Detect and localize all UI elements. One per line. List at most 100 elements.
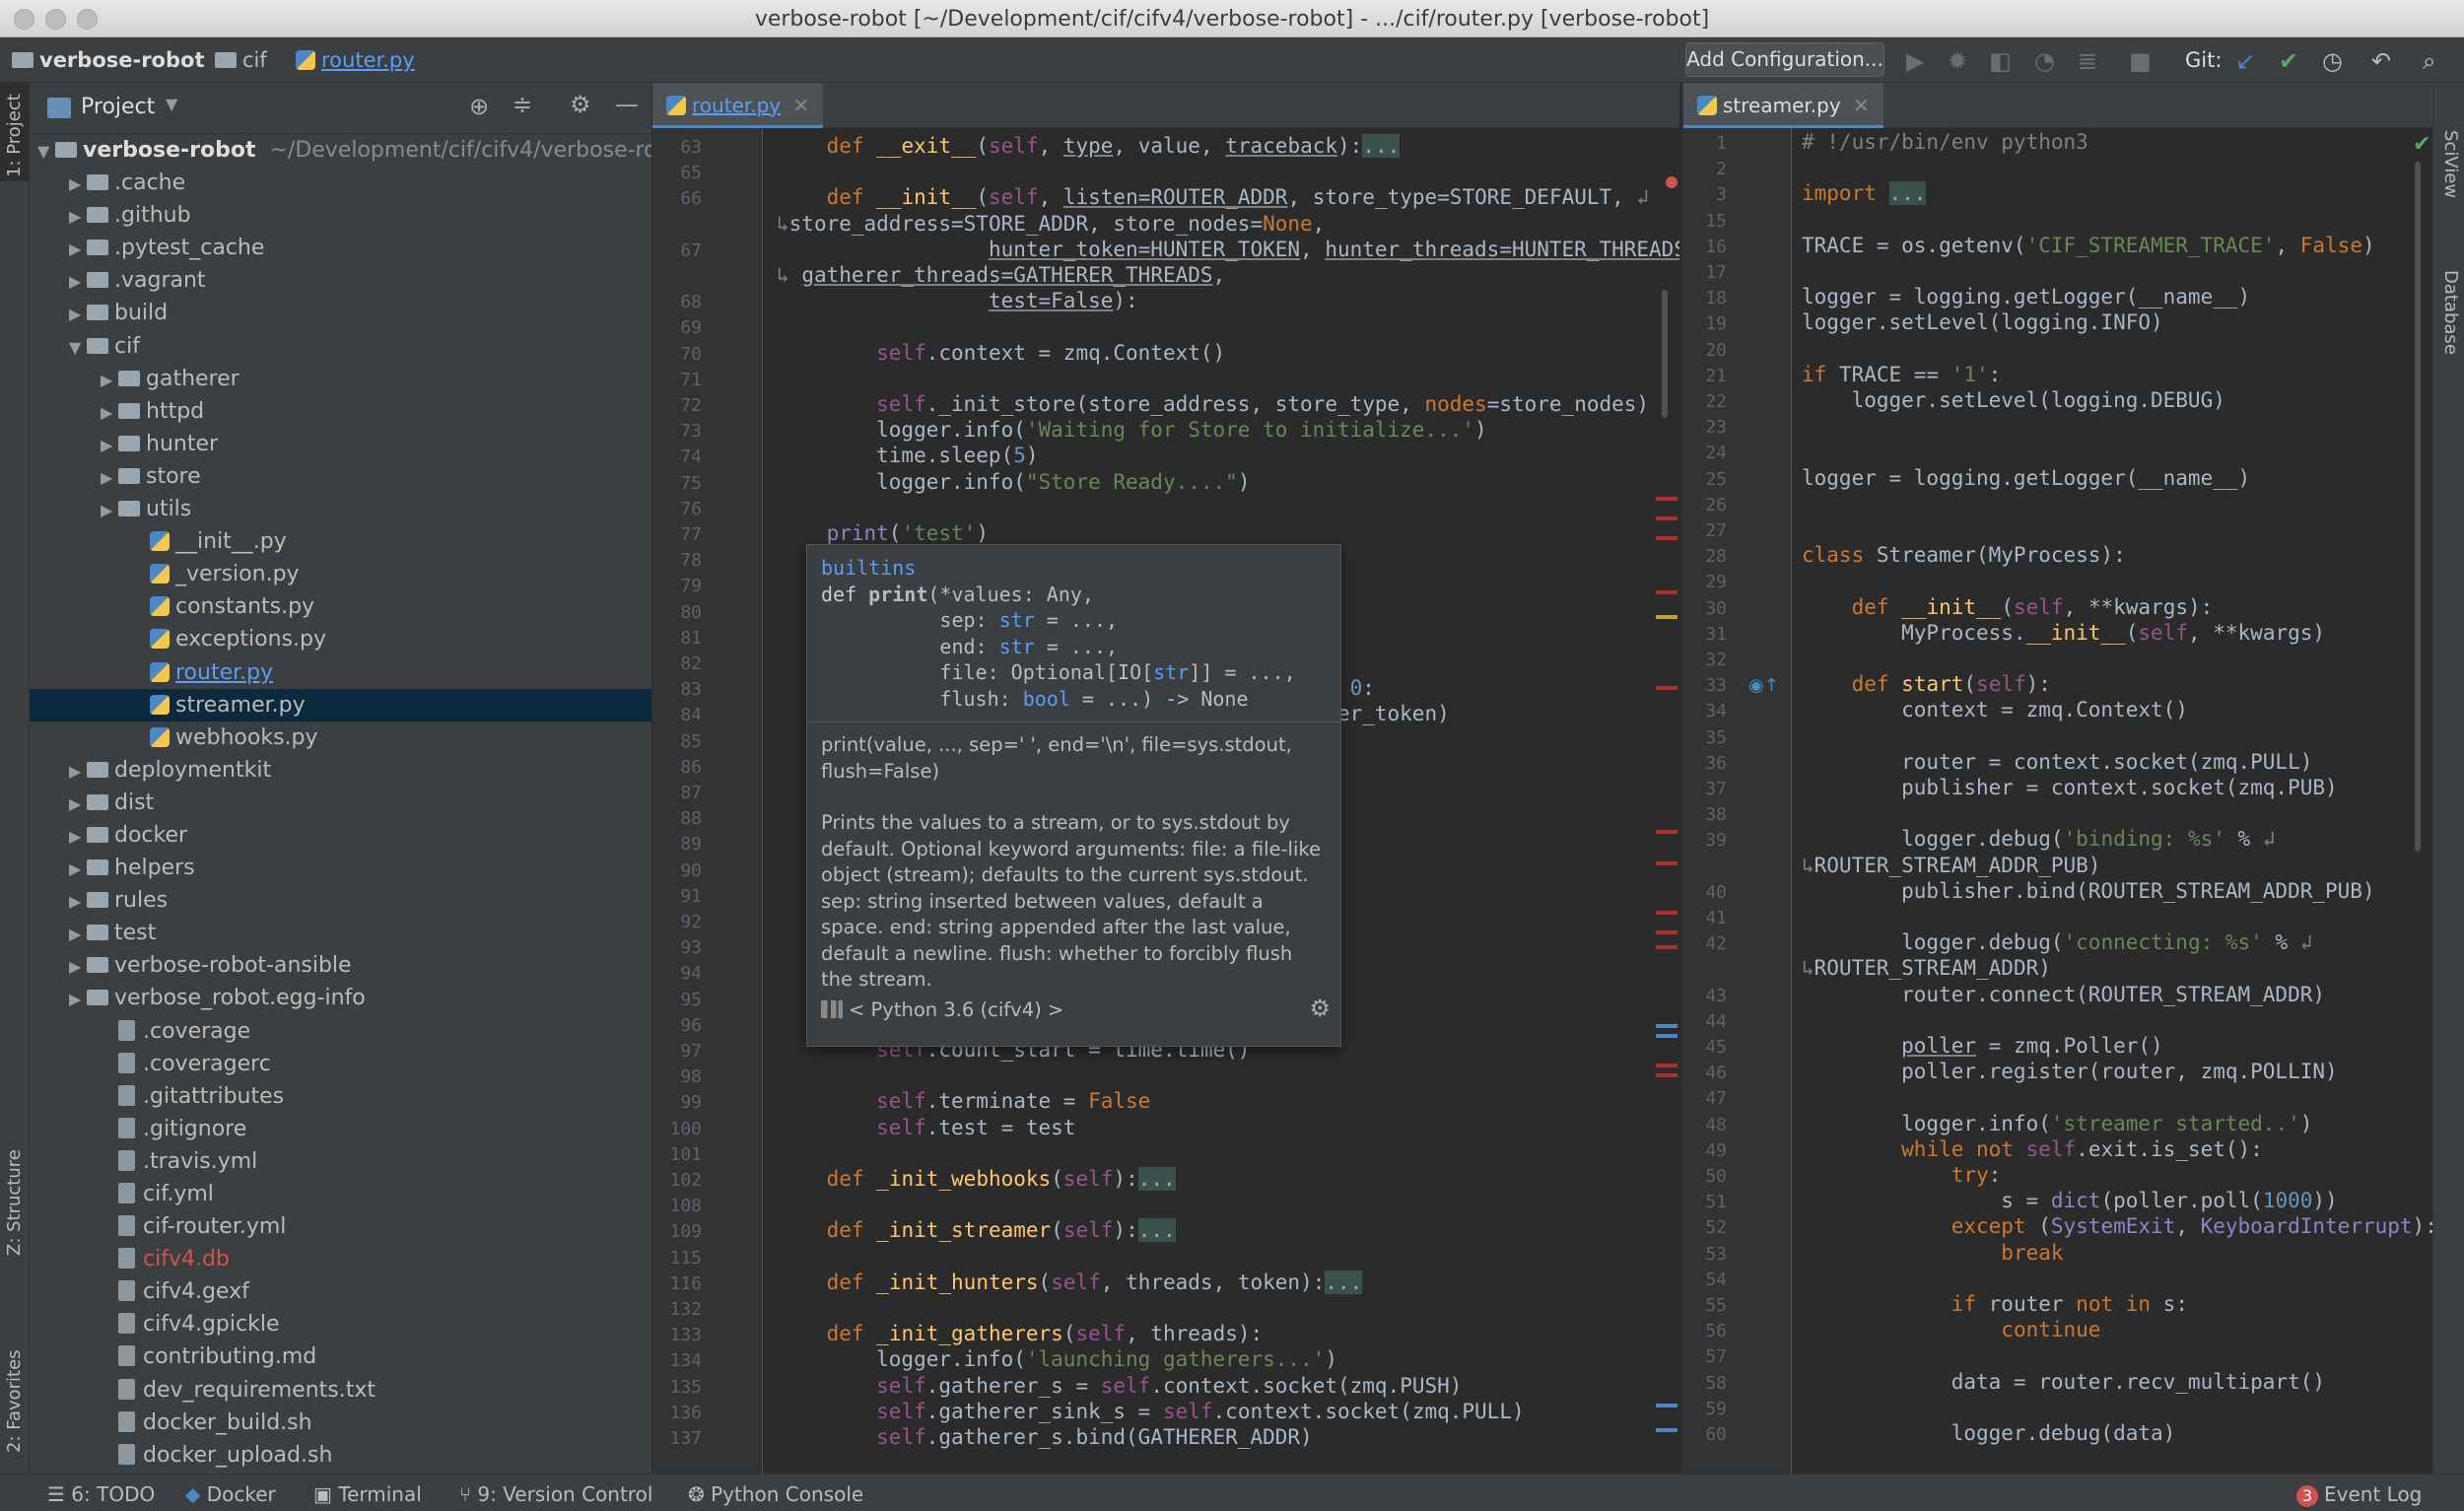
code-line[interactable]: break	[1802, 1241, 2063, 1265]
code-line[interactable]: hunter_token=HUNTER_TOKEN, hunter_thread…	[777, 238, 1679, 261]
tree-item[interactable]: ▶ gatherer	[30, 363, 651, 395]
project-tool-tab[interactable]: 1: Project	[4, 94, 25, 177]
tree-item[interactable]: docker_upload.sh	[30, 1439, 651, 1472]
code-line[interactable]: publisher.bind(ROUTER_STREAM_ADDR_PUB)	[1802, 879, 2374, 903]
code-line[interactable]: while not self.exit.is_set():	[1802, 1137, 2263, 1161]
breadcrumb-router[interactable]: router.py	[296, 48, 415, 72]
tree-item[interactable]: router.py	[30, 656, 651, 689]
inspection-ok-icon[interactable]: ✔	[2413, 132, 2430, 157]
expand-arrow-icon[interactable]: ▼	[37, 135, 55, 168]
tree-item[interactable]: .coverage	[30, 1015, 651, 1048]
code-line[interactable]: logger.debug('connecting: %s' % ↲	[1802, 930, 2312, 954]
tree-item[interactable]: cifv4.gpickle	[30, 1308, 651, 1340]
code-line[interactable]: poller.register(router, zmq.POLLIN)	[1802, 1060, 2338, 1083]
code-line[interactable]: MyProcess.__init__(self, **kwargs)	[1802, 621, 2325, 645]
collapse-all-icon[interactable]: ≑	[513, 91, 532, 118]
code-line[interactable]: continue	[1802, 1318, 2100, 1341]
tree-item[interactable]: cifv4.db	[30, 1243, 651, 1275]
expand-arrow-icon[interactable]: ▶	[69, 755, 87, 788]
tree-item[interactable]: docker_build.sh	[30, 1407, 651, 1439]
breadcrumb-cif[interactable]: cif	[215, 48, 267, 72]
code-line[interactable]: context = zmq.Context()	[1802, 698, 2188, 721]
expand-arrow-icon[interactable]: ▶	[101, 494, 118, 526]
tree-item[interactable]: ▶ rules	[30, 884, 651, 917]
code-line[interactable]: logger.info('launching gatherers...')	[777, 1347, 1337, 1371]
code-line[interactable]: self.context = zmq.Context()	[777, 341, 1225, 365]
code-line[interactable]: logger.info('Waiting for Store to initia…	[777, 418, 1487, 442]
expand-arrow-icon[interactable]: ▶	[69, 983, 87, 1015]
stop-icon[interactable]: ■	[2129, 47, 2152, 75]
doc-module[interactable]: builtins	[807, 545, 1340, 582]
code-line[interactable]: ↳ROUTER_STREAM_ADDR)	[1802, 956, 2051, 980]
code-line[interactable]: def _init_webhooks(self):...	[777, 1167, 1176, 1191]
expand-arrow-icon[interactable]: ▶	[69, 168, 87, 200]
code-line[interactable]: import ...	[1802, 181, 1927, 206]
code-line[interactable]: self.gatherer_s = self.context.socket(zm…	[777, 1374, 1462, 1398]
code-line[interactable]: def _init_streamer(self):...	[777, 1218, 1176, 1243]
code-line[interactable]: publisher = context.socket(zmq.PUB)	[1802, 776, 2338, 799]
git-update-icon[interactable]: ↙	[2235, 47, 2255, 75]
tree-item[interactable]: .coveragerc	[30, 1048, 651, 1080]
terminal-tool-button[interactable]: ▣ Terminal	[313, 1482, 422, 1506]
code-line[interactable]: TRACE = os.getenv('CIF_STREAMER_TRACE', …	[1802, 234, 2375, 257]
code-line[interactable]: logger = logging.getLogger(__name__)	[1802, 285, 2250, 309]
tab-router-py[interactable]: router.py ✕	[652, 83, 824, 128]
expand-arrow-icon[interactable]: ▶	[101, 364, 118, 396]
debug-icon[interactable]: ✹	[1948, 47, 1967, 75]
tree-item[interactable]: cif-router.yml	[30, 1210, 651, 1243]
close-tab-icon[interactable]: ✕	[1853, 94, 1870, 117]
tree-item[interactable]: ▶ hunter	[30, 428, 651, 460]
history-icon[interactable]: ◷	[2322, 47, 2343, 75]
concurrency-icon[interactable]: ≣	[2078, 47, 2097, 75]
tree-item[interactable]: exceptions.py	[30, 623, 651, 655]
code-line[interactable]: self.test = test	[777, 1116, 1075, 1139]
close-tab-icon[interactable]: ✕	[792, 94, 809, 117]
tree-item[interactable]: constants.py	[30, 590, 651, 623]
expand-arrow-icon[interactable]: ▶	[69, 265, 87, 298]
python-console-tool-button[interactable]: ❂ Python Console	[688, 1482, 863, 1506]
code-line[interactable]: self._init_store(store_address, store_ty…	[777, 392, 1649, 416]
vertical-scrollbar-right[interactable]	[2415, 162, 2421, 852]
database-tool-tab[interactable]: Database	[2440, 270, 2461, 355]
tree-item[interactable]: ▶ store	[30, 460, 651, 493]
tree-item[interactable]: ▶ dist	[30, 787, 651, 819]
code-line[interactable]: def __init__(self, **kwargs):	[1802, 595, 2214, 619]
code-line[interactable]: def start(self):	[1802, 672, 2051, 696]
expand-arrow-icon[interactable]: ▶	[69, 885, 87, 918]
code-line[interactable]: def _init_gatherers(self, threads):	[777, 1322, 1264, 1345]
code-line[interactable]: class Streamer(MyProcess):	[1802, 543, 2126, 567]
event-log-tool-button[interactable]: 3 Event Log	[2296, 1482, 2422, 1507]
doc-sdk[interactable]: < Python 3.6 (cifv4) >	[849, 998, 1063, 1021]
tree-item[interactable]: ▶ verbose-robot-ansible	[30, 949, 651, 982]
code-line[interactable]: self.terminate = False	[777, 1089, 1150, 1113]
tree-item[interactable]: ▶ verbose_robot.egg-info	[30, 982, 651, 1014]
rollback-icon[interactable]: ↶	[2371, 47, 2391, 75]
code-line[interactable]: time.sleep(5)	[777, 444, 1038, 467]
code-line[interactable]: # !/usr/bin/env python3	[1802, 130, 2088, 154]
code-line[interactable]: self.gatherer_sink_s = self.context.sock…	[777, 1400, 1524, 1423]
tree-item[interactable]: ▶ .vagrant	[30, 264, 651, 297]
breadcrumb-project[interactable]: verbose-robot	[12, 48, 205, 72]
tree-item[interactable]: contributing.md	[30, 1340, 651, 1373]
code-line[interactable]: poller = zmq.Poller()	[1802, 1034, 2163, 1058]
tree-item[interactable]: cif.yml	[30, 1178, 651, 1210]
profile-icon[interactable]: ◔	[2034, 47, 2055, 75]
tree-root[interactable]: ▼ verbose-robot ~/Development/cif/cifv4/v…	[30, 134, 651, 167]
code-line[interactable]: logger.debug('binding: %s' % ↲	[1802, 827, 2275, 851]
code-line[interactable]: print('test')	[777, 521, 989, 545]
code-line[interactable]: def __exit__(self, type, value, tracebac…	[777, 134, 1401, 158]
sciview-tool-tab[interactable]: SciView	[2440, 130, 2461, 198]
project-view-selector[interactable]: Project	[81, 95, 155, 119]
tree-item[interactable]: .gitignore	[30, 1113, 651, 1145]
code-line[interactable]: ↳store_address=STORE_ADDR, store_nodes=N…	[777, 212, 1325, 236]
expand-arrow-icon[interactable]: ▶	[101, 461, 118, 494]
tree-item[interactable]: ▶ build	[30, 297, 651, 329]
code-line[interactable]: logger.info("Store Ready....")	[777, 470, 1250, 494]
tree-item[interactable]: webhooks.py	[30, 721, 651, 754]
code-line[interactable]: if TRACE == '1':	[1802, 363, 2001, 386]
expand-arrow-icon[interactable]: ▶	[69, 788, 87, 820]
code-line[interactable]: if router not in s:	[1802, 1292, 2188, 1316]
tree-item[interactable]: dev_requirements.txt	[30, 1374, 651, 1407]
tree-item[interactable]: ▶ helpers	[30, 852, 651, 884]
code-line[interactable]: router = context.socket(zmq.PULL)	[1802, 750, 2312, 774]
